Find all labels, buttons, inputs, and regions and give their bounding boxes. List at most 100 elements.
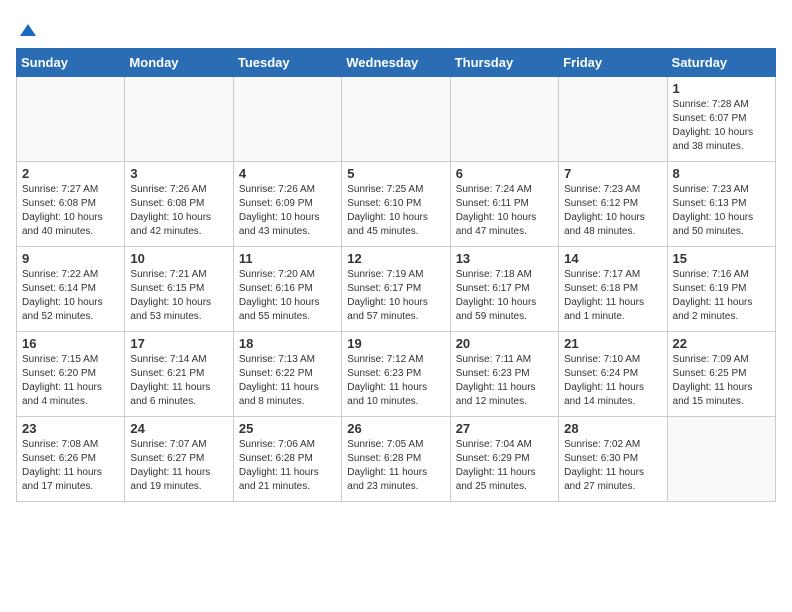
day-info: Sunrise: 7:11 AM Sunset: 6:23 PM Dayligh… bbox=[456, 353, 553, 409]
day-cell bbox=[667, 417, 775, 502]
day-cell: 26 Sunrise: 7:05 AM Sunset: 6:28 PM Dayli… bbox=[342, 417, 450, 502]
day-info: Sunrise: 7:07 AM Sunset: 6:27 PM Dayligh… bbox=[130, 438, 227, 494]
day-cell: 20 Sunrise: 7:11 AM Sunset: 6:23 PM Dayli… bbox=[450, 332, 558, 417]
week-row-5: 23 Sunrise: 7:08 AM Sunset: 6:26 PM Dayli… bbox=[17, 417, 776, 502]
day-cell: 10 Sunrise: 7:21 AM Sunset: 6:15 PM Dayli… bbox=[125, 247, 233, 332]
day-number: 2 bbox=[22, 166, 119, 181]
week-row-1: 1 Sunrise: 7:28 AM Sunset: 6:07 PM Daylig… bbox=[17, 77, 776, 162]
day-cell: 2 Sunrise: 7:27 AM Sunset: 6:08 PM Daylig… bbox=[17, 162, 125, 247]
day-cell: 5 Sunrise: 7:25 AM Sunset: 6:10 PM Daylig… bbox=[342, 162, 450, 247]
day-cell: 27Sunrise: 7:04 AM Sunset: 6:29 PM Dayli… bbox=[450, 417, 558, 502]
day-info: Sunrise: 7:25 AM Sunset: 6:10 PM Dayligh… bbox=[347, 183, 444, 239]
day-cell: 21Sunrise: 7:10 AM Sunset: 6:24 PM Dayli… bbox=[559, 332, 667, 417]
day-info: Sunrise: 7:18 AM Sunset: 6:17 PM Dayligh… bbox=[456, 268, 553, 324]
logo bbox=[16, 20, 38, 40]
day-cell: 19 Sunrise: 7:12 AM Sunset: 6:23 PM Dayli… bbox=[342, 332, 450, 417]
weekday-header-sunday: Sunday bbox=[17, 49, 125, 77]
day-cell: 28 Sunrise: 7:02 AM Sunset: 6:30 PM Dayli… bbox=[559, 417, 667, 502]
day-cell: 3 Sunrise: 7:26 AM Sunset: 6:08 PM Daylig… bbox=[125, 162, 233, 247]
weekday-header-monday: Monday bbox=[125, 49, 233, 77]
day-info: Sunrise: 7:27 AM Sunset: 6:08 PM Dayligh… bbox=[22, 183, 119, 239]
day-cell bbox=[559, 77, 667, 162]
day-cell: 23 Sunrise: 7:08 AM Sunset: 6:26 PM Dayli… bbox=[17, 417, 125, 502]
day-info: Sunrise: 7:20 AM Sunset: 6:16 PM Dayligh… bbox=[239, 268, 336, 324]
day-info: Sunrise: 7:05 AM Sunset: 6:28 PM Dayligh… bbox=[347, 438, 444, 494]
day-number: 16 bbox=[22, 336, 119, 351]
logo-icon bbox=[18, 20, 38, 40]
day-number: 13 bbox=[456, 251, 553, 266]
day-cell: 14 Sunrise: 7:17 AM Sunset: 6:18 PM Dayli… bbox=[559, 247, 667, 332]
day-info: Sunrise: 7:02 AM Sunset: 6:30 PM Dayligh… bbox=[564, 438, 661, 494]
day-number: 24 bbox=[130, 421, 227, 436]
day-cell: 9 Sunrise: 7:22 AM Sunset: 6:14 PM Daylig… bbox=[17, 247, 125, 332]
day-cell: 17Sunrise: 7:14 AM Sunset: 6:21 PM Dayli… bbox=[125, 332, 233, 417]
day-number: 5 bbox=[347, 166, 444, 181]
calendar: SundayMondayTuesdayWednesdayThursdayFrid… bbox=[16, 48, 776, 502]
day-info: Sunrise: 7:22 AM Sunset: 6:14 PM Dayligh… bbox=[22, 268, 119, 324]
day-info: Sunrise: 7:16 AM Sunset: 6:19 PM Dayligh… bbox=[673, 268, 770, 324]
weekday-header-saturday: Saturday bbox=[667, 49, 775, 77]
day-info: Sunrise: 7:28 AM Sunset: 6:07 PM Dayligh… bbox=[673, 98, 770, 154]
day-info: Sunrise: 7:26 AM Sunset: 6:08 PM Dayligh… bbox=[130, 183, 227, 239]
day-cell bbox=[450, 77, 558, 162]
day-cell: 11Sunrise: 7:20 AM Sunset: 6:16 PM Dayli… bbox=[233, 247, 341, 332]
day-cell: 22 Sunrise: 7:09 AM Sunset: 6:25 PM Dayli… bbox=[667, 332, 775, 417]
day-number: 6 bbox=[456, 166, 553, 181]
day-number: 10 bbox=[130, 251, 227, 266]
day-number: 23 bbox=[22, 421, 119, 436]
week-row-3: 9 Sunrise: 7:22 AM Sunset: 6:14 PM Daylig… bbox=[17, 247, 776, 332]
day-info: Sunrise: 7:19 AM Sunset: 6:17 PM Dayligh… bbox=[347, 268, 444, 324]
day-number: 26 bbox=[347, 421, 444, 436]
day-info: Sunrise: 7:14 AM Sunset: 6:21 PM Dayligh… bbox=[130, 353, 227, 409]
day-cell: 1 Sunrise: 7:28 AM Sunset: 6:07 PM Daylig… bbox=[667, 77, 775, 162]
header bbox=[16, 16, 776, 40]
day-number: 22 bbox=[673, 336, 770, 351]
day-cell: 16 Sunrise: 7:15 AM Sunset: 6:20 PM Dayli… bbox=[17, 332, 125, 417]
day-number: 15 bbox=[673, 251, 770, 266]
day-info: Sunrise: 7:12 AM Sunset: 6:23 PM Dayligh… bbox=[347, 353, 444, 409]
day-number: 21 bbox=[564, 336, 661, 351]
day-info: Sunrise: 7:21 AM Sunset: 6:15 PM Dayligh… bbox=[130, 268, 227, 324]
day-info: Sunrise: 7:08 AM Sunset: 6:26 PM Dayligh… bbox=[22, 438, 119, 494]
day-info: Sunrise: 7:23 AM Sunset: 6:13 PM Dayligh… bbox=[673, 183, 770, 239]
day-cell bbox=[233, 77, 341, 162]
day-number: 27 bbox=[456, 421, 553, 436]
day-info: Sunrise: 7:24 AM Sunset: 6:11 PM Dayligh… bbox=[456, 183, 553, 239]
day-info: Sunrise: 7:15 AM Sunset: 6:20 PM Dayligh… bbox=[22, 353, 119, 409]
day-cell bbox=[342, 77, 450, 162]
day-info: Sunrise: 7:26 AM Sunset: 6:09 PM Dayligh… bbox=[239, 183, 336, 239]
day-cell: 15 Sunrise: 7:16 AM Sunset: 6:19 PM Dayli… bbox=[667, 247, 775, 332]
weekday-header-row: SundayMondayTuesdayWednesdayThursdayFrid… bbox=[17, 49, 776, 77]
day-number: 7 bbox=[564, 166, 661, 181]
day-number: 1 bbox=[673, 81, 770, 96]
day-number: 8 bbox=[673, 166, 770, 181]
day-number: 19 bbox=[347, 336, 444, 351]
day-info: Sunrise: 7:06 AM Sunset: 6:28 PM Dayligh… bbox=[239, 438, 336, 494]
day-number: 3 bbox=[130, 166, 227, 181]
day-number: 28 bbox=[564, 421, 661, 436]
day-cell: 6 Sunrise: 7:24 AM Sunset: 6:11 PM Daylig… bbox=[450, 162, 558, 247]
day-number: 4 bbox=[239, 166, 336, 181]
day-cell: 8 Sunrise: 7:23 AM Sunset: 6:13 PM Daylig… bbox=[667, 162, 775, 247]
day-number: 12 bbox=[347, 251, 444, 266]
day-info: Sunrise: 7:23 AM Sunset: 6:12 PM Dayligh… bbox=[564, 183, 661, 239]
day-cell: 18 Sunrise: 7:13 AM Sunset: 6:22 PM Dayli… bbox=[233, 332, 341, 417]
day-cell: 7 Sunrise: 7:23 AM Sunset: 6:12 PM Daylig… bbox=[559, 162, 667, 247]
weekday-header-wednesday: Wednesday bbox=[342, 49, 450, 77]
week-row-4: 16 Sunrise: 7:15 AM Sunset: 6:20 PM Dayli… bbox=[17, 332, 776, 417]
day-number: 18 bbox=[239, 336, 336, 351]
day-number: 9 bbox=[22, 251, 119, 266]
day-cell bbox=[17, 77, 125, 162]
day-number: 25 bbox=[239, 421, 336, 436]
day-info: Sunrise: 7:13 AM Sunset: 6:22 PM Dayligh… bbox=[239, 353, 336, 409]
weekday-header-friday: Friday bbox=[559, 49, 667, 77]
day-info: Sunrise: 7:17 AM Sunset: 6:18 PM Dayligh… bbox=[564, 268, 661, 324]
day-info: Sunrise: 7:09 AM Sunset: 6:25 PM Dayligh… bbox=[673, 353, 770, 409]
day-cell: 25 Sunrise: 7:06 AM Sunset: 6:28 PM Dayli… bbox=[233, 417, 341, 502]
day-cell: 4 Sunrise: 7:26 AM Sunset: 6:09 PM Daylig… bbox=[233, 162, 341, 247]
weekday-header-tuesday: Tuesday bbox=[233, 49, 341, 77]
day-number: 14 bbox=[564, 251, 661, 266]
day-cell: 12 Sunrise: 7:19 AM Sunset: 6:17 PM Dayli… bbox=[342, 247, 450, 332]
day-cell bbox=[125, 77, 233, 162]
day-number: 20 bbox=[456, 336, 553, 351]
